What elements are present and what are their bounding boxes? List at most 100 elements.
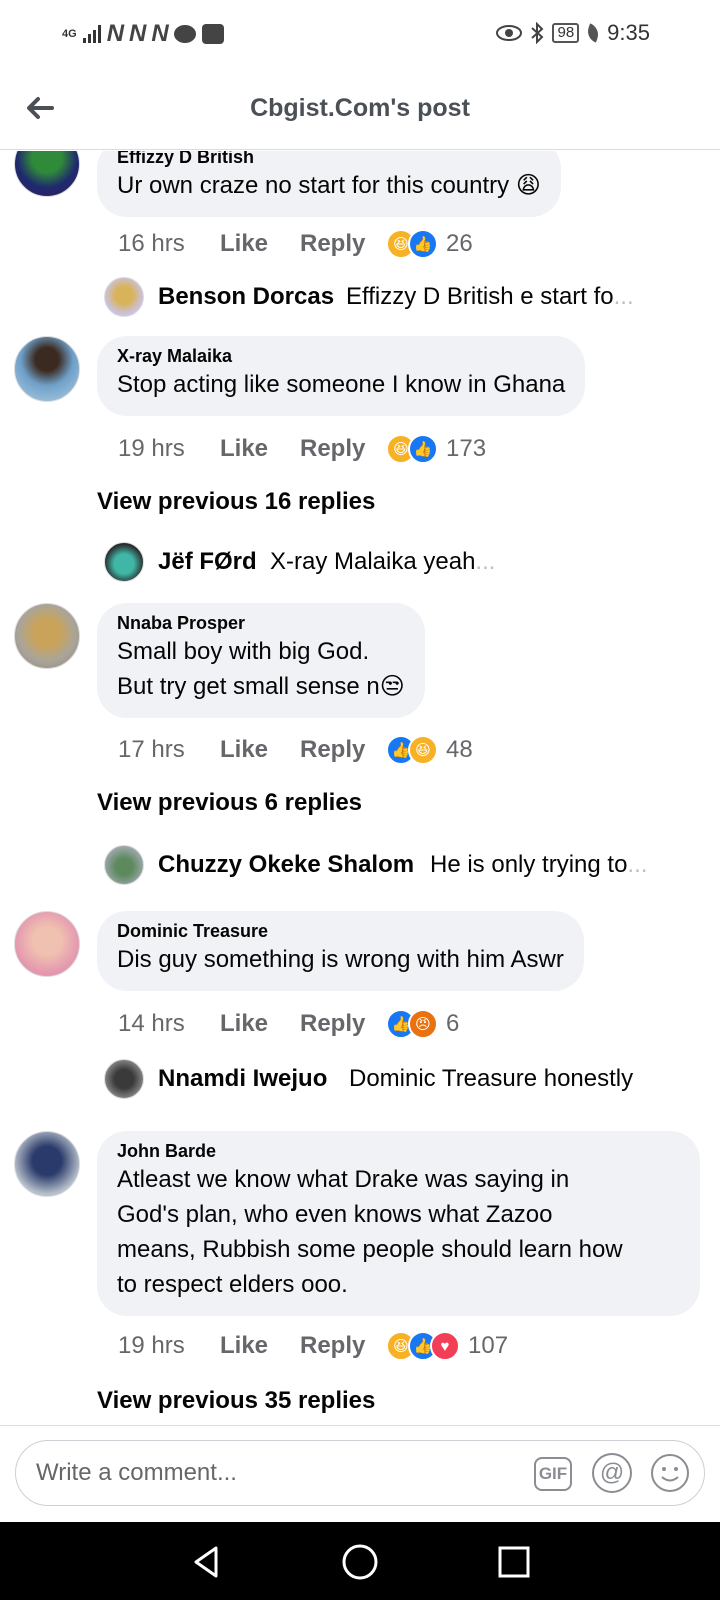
nav-back-icon[interactable] bbox=[186, 1542, 226, 1582]
page-title: Cbgist.Com's post bbox=[250, 94, 470, 122]
like-reaction-icon: 👍 bbox=[408, 434, 438, 464]
comment-bubble[interactable]: Nnaba Prosper Small boy with big God. Bu… bbox=[97, 603, 425, 718]
avatar[interactable] bbox=[14, 1131, 80, 1197]
view-previous-replies[interactable]: View previous 6 replies bbox=[97, 789, 362, 817]
avatar bbox=[104, 542, 144, 582]
comment-actions: 19 hrs Like Reply 😆 👍 ♥ 107 bbox=[118, 1331, 508, 1361]
reaction-summary[interactable]: 👍 😠 6 bbox=[386, 1009, 459, 1039]
reaction-summary[interactable]: 😆 👍 173 bbox=[386, 434, 486, 464]
comment-time: 14 hrs bbox=[118, 1010, 185, 1037]
haha-reaction-icon: 😆 bbox=[408, 735, 438, 765]
status-left: 4G N N N bbox=[62, 20, 224, 48]
reaction-count: 107 bbox=[468, 1332, 509, 1359]
power-saving-icon bbox=[584, 23, 602, 43]
comment-bubble[interactable]: Effizzy D British Ur own craze no start … bbox=[97, 151, 561, 217]
huawei-icon bbox=[201, 24, 224, 44]
comment-text: But try get small sense n😒 bbox=[117, 673, 405, 700]
reply-text: Effizzy D British e start fo... bbox=[346, 283, 634, 310]
reaction-summary[interactable]: 😆 👍 26 bbox=[386, 229, 473, 259]
comment-text: Dis guy something is wrong with him Aswr bbox=[117, 946, 564, 973]
nav-home-icon[interactable] bbox=[340, 1542, 380, 1582]
comment-text: Stop acting like someone I know in Ghana bbox=[117, 371, 566, 398]
reply-preview[interactable]: Chuzzy Okeke Shalom He is only trying to… bbox=[0, 843, 720, 887]
reply-text: He is only trying to... bbox=[430, 851, 648, 878]
comment-author[interactable]: Nnaba Prosper bbox=[117, 613, 405, 634]
avatar bbox=[104, 845, 144, 885]
reply-author[interactable]: Nnamdi Iwejuo bbox=[158, 1065, 327, 1093]
comment-text: means, Rubbish some people should learn … bbox=[117, 1236, 623, 1263]
post-header: Cbgist.Com's post bbox=[0, 70, 720, 150]
comment-text: to respect elders ooo. bbox=[117, 1271, 348, 1298]
comment-input[interactable]: Write a comment... GIF @ bbox=[15, 1440, 705, 1506]
reply-button[interactable]: Reply bbox=[300, 230, 386, 258]
comment-author[interactable]: John Barde bbox=[117, 1141, 680, 1162]
comment-actions: 14 hrs Like Reply 👍 😠 6 bbox=[118, 1009, 459, 1039]
notification-n-icon: N bbox=[129, 20, 146, 47]
comment-time: 17 hrs bbox=[118, 736, 185, 763]
gif-icon[interactable]: GIF bbox=[534, 1457, 572, 1491]
reply-button[interactable]: Reply bbox=[300, 1332, 386, 1360]
emoji-icon[interactable] bbox=[650, 1453, 690, 1493]
comment-composer: Write a comment... GIF @ bbox=[0, 1425, 720, 1521]
comment-bubble[interactable]: Dominic Treasure Dis guy something is wr… bbox=[97, 911, 584, 991]
comment-text: Ur own craze no start for this country 😩 bbox=[117, 172, 541, 199]
comment-bubble[interactable]: X-ray Malaika Stop acting like someone I… bbox=[97, 336, 586, 416]
nav-recents-icon[interactable] bbox=[494, 1542, 534, 1582]
reaction-count: 26 bbox=[446, 230, 473, 257]
view-previous-replies[interactable]: View previous 16 replies bbox=[97, 488, 375, 516]
comment-input-placeholder: Write a comment... bbox=[36, 1459, 237, 1486]
avatar bbox=[104, 277, 144, 317]
like-button[interactable]: Like bbox=[220, 1332, 300, 1360]
system-nav-bar bbox=[0, 1522, 720, 1600]
comment-text: Small boy with big God. bbox=[117, 638, 370, 665]
avatar[interactable] bbox=[14, 151, 80, 197]
clock: 9:35 bbox=[607, 20, 650, 45]
reply-preview[interactable]: Benson Dorcas Effizzy D British e start … bbox=[0, 275, 720, 319]
comment-time: 19 hrs bbox=[118, 435, 185, 462]
comment-text: Atleast we know what Drake was saying in bbox=[117, 1166, 570, 1193]
reply-text: X-ray Malaika yeah... bbox=[270, 548, 496, 575]
like-button[interactable]: Like bbox=[220, 435, 300, 463]
reaction-summary[interactable]: 😆 👍 ♥ 107 bbox=[386, 1331, 508, 1361]
comment-feed[interactable]: Effizzy D British Ur own craze no start … bbox=[0, 151, 720, 1425]
view-previous-replies[interactable]: View previous 35 replies bbox=[97, 1387, 375, 1415]
comment-author[interactable]: X-ray Malaika bbox=[117, 346, 565, 367]
reply-author[interactable]: Chuzzy Okeke Shalom bbox=[158, 851, 414, 879]
reply-text: Dominic Treasure honestly bbox=[349, 1065, 634, 1092]
reply-button[interactable]: Reply bbox=[300, 736, 386, 764]
reply-preview[interactable]: Jëf FØrd X-ray Malaika yeah... bbox=[0, 540, 720, 584]
like-button[interactable]: Like bbox=[220, 1010, 300, 1038]
comment-actions: 19 hrs Like Reply 😆 👍 173 bbox=[118, 434, 486, 464]
like-reaction-icon: 👍 bbox=[408, 229, 438, 259]
comment-author[interactable]: Effizzy D British bbox=[117, 151, 541, 168]
status-right: 98 9:35 bbox=[496, 20, 650, 46]
notification-n-icon: N bbox=[151, 20, 168, 47]
love-reaction-icon: ♥ bbox=[430, 1331, 460, 1361]
avatar[interactable] bbox=[14, 336, 80, 402]
comment-author[interactable]: Dominic Treasure bbox=[117, 921, 564, 942]
reaction-summary[interactable]: 👍 😆 48 bbox=[386, 735, 473, 765]
reply-author[interactable]: Benson Dorcas bbox=[158, 283, 334, 311]
status-bar: 4G N N N 98 9:35 bbox=[0, 0, 720, 70]
reply-button[interactable]: Reply bbox=[300, 435, 386, 463]
comment-actions: 16 hrs Like Reply 😆 👍 26 bbox=[118, 229, 473, 259]
comment-bubble[interactable]: John Barde Atleast we know what Drake wa… bbox=[97, 1131, 700, 1316]
mention-icon[interactable]: @ bbox=[592, 1453, 632, 1493]
reply-button[interactable]: Reply bbox=[300, 1010, 386, 1038]
like-button[interactable]: Like bbox=[220, 736, 300, 764]
bluetooth-icon bbox=[531, 22, 544, 44]
like-button[interactable]: Like bbox=[220, 230, 300, 258]
comment-text: God's plan, who even knows what Zazoo bbox=[117, 1201, 553, 1228]
reply-author[interactable]: Jëf FØrd bbox=[158, 548, 257, 576]
comment-time: 19 hrs bbox=[118, 1332, 185, 1359]
comment-time: 16 hrs bbox=[118, 230, 185, 257]
network-type: 4G bbox=[62, 28, 77, 40]
avatar bbox=[104, 1059, 144, 1099]
reaction-count: 48 bbox=[446, 736, 473, 763]
signal-icon bbox=[82, 25, 101, 43]
notification-n-icon: N bbox=[106, 20, 124, 47]
message-icon bbox=[173, 25, 196, 43]
avatar[interactable] bbox=[14, 603, 80, 669]
avatar[interactable] bbox=[14, 911, 80, 977]
reply-preview[interactable]: Nnamdi Iwejuo Dominic Treasure honestly bbox=[0, 1057, 720, 1101]
